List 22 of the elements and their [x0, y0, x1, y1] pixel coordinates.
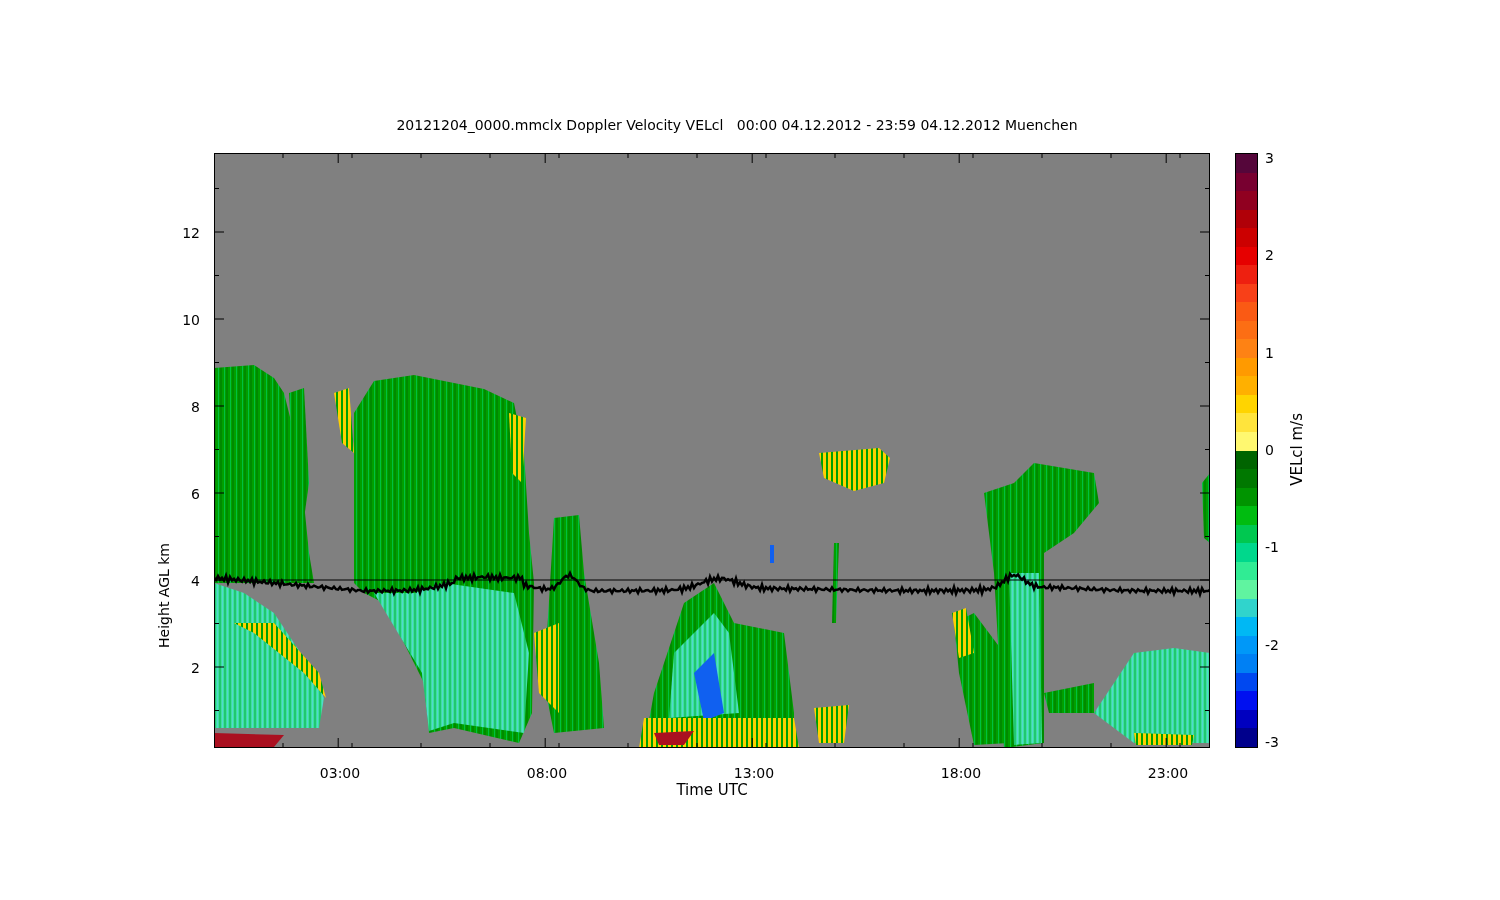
x-tick-label: 13:00: [732, 764, 776, 782]
y-tick-label: 12: [182, 224, 200, 242]
y-tick-label: 6: [191, 485, 200, 503]
colorbar-tick-label: 0: [1265, 440, 1274, 459]
x-tick-label: 23:00: [1146, 764, 1190, 782]
x-tick-label: 08:00: [525, 764, 569, 782]
y-tick-label: 4: [191, 572, 200, 590]
colorbar-tick-label: 2: [1265, 246, 1274, 265]
x-tick-label: 03:00: [318, 764, 362, 782]
y-axis-label: Height AGL km: [156, 543, 172, 648]
chart-title: 20121204_0000.mmclx Doppler Velocity VELcl 00:00 04.12.2012 - 23:59 04.12.2012 Muenchen: [396, 116, 1078, 134]
y-tick-label: 10: [182, 311, 200, 329]
y-tick-label: 8: [191, 398, 200, 416]
colorbar-label: VELcl m/s: [1288, 413, 1306, 486]
colorbar-tick-label: -2: [1265, 635, 1279, 654]
x-tick-label: 18:00: [939, 764, 983, 782]
colorbar-tick-label: 1: [1265, 343, 1274, 362]
colorbar-tick-label: -3: [1265, 732, 1279, 751]
colorbar-tick-label: 3: [1265, 149, 1274, 167]
x-axis-label: Time UTC: [676, 781, 748, 799]
y-tick-label: 2: [191, 659, 200, 677]
colorbar-tick-label: -1: [1265, 538, 1279, 557]
